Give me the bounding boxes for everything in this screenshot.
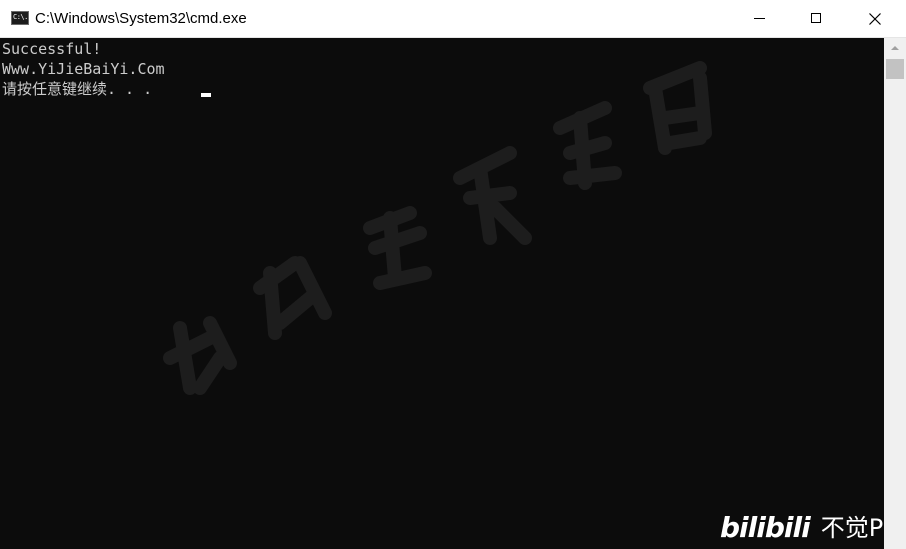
cmd-icon[interactable]: C:\. bbox=[11, 11, 29, 25]
minimize-button[interactable] bbox=[730, 0, 788, 38]
uploader-name: 不觉P bbox=[820, 514, 884, 542]
window-title: C:\Windows\System32\cmd.exe bbox=[35, 10, 247, 27]
console-line-3: 请按任意键继续. . . bbox=[2, 80, 162, 98]
console-output[interactable]: Successful! Www.YiJieBaiYi.Com 请按任意键继续. … bbox=[0, 38, 884, 549]
maximize-button[interactable] bbox=[788, 0, 846, 38]
calligraphy-watermark bbox=[163, 61, 712, 395]
console-line-2: Www.YiJieBaiYi.Com bbox=[2, 60, 165, 78]
bilibili-logo: bilibili bbox=[720, 511, 811, 544]
scroll-up-button[interactable] bbox=[884, 38, 906, 58]
close-button[interactable] bbox=[848, 0, 906, 38]
cmd-icon-label: C:\. bbox=[13, 13, 28, 21]
vertical-scrollbar[interactable] bbox=[884, 38, 906, 549]
title-bar[interactable]: C:\. C:\Windows\System32\cmd.exe bbox=[0, 0, 906, 38]
console-line-1: Successful! bbox=[2, 40, 102, 58]
close-icon bbox=[869, 13, 881, 25]
bilibili-watermark: bilibili 不觉P bbox=[720, 510, 883, 546]
scroll-thumb[interactable] bbox=[886, 59, 904, 79]
cmd-window: C:\. C:\Windows\System32\cmd.exe Success… bbox=[0, 0, 906, 549]
text-cursor bbox=[201, 93, 211, 97]
